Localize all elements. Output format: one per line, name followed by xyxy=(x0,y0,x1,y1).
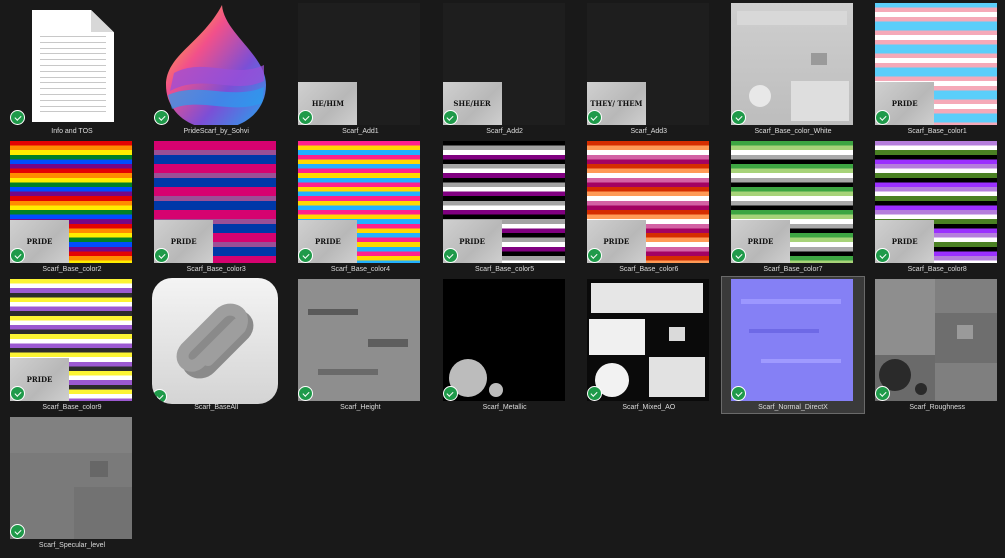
badge-text: HE/HIM xyxy=(311,98,344,108)
badge-text: PRIDE xyxy=(747,236,774,246)
badge-text: PRIDE xyxy=(170,236,197,246)
file-thumbnail xyxy=(152,278,279,404)
file-name: Scarf_Height xyxy=(340,404,381,411)
file-name: Scarf_Add1 xyxy=(342,128,379,135)
file-name: Scarf_Base_color4 xyxy=(330,266,390,273)
check-icon xyxy=(731,248,746,263)
badge-text: PRIDE xyxy=(891,98,918,108)
file-thumbnail: PRIDE xyxy=(442,141,565,263)
document-icon xyxy=(32,10,114,122)
file-thumbnail: SHE/HER xyxy=(442,3,565,125)
file-tile[interactable]: Scarf_Metallic xyxy=(433,276,577,414)
check-icon xyxy=(586,248,602,263)
badge-text: PRIDE xyxy=(26,236,53,246)
check-icon xyxy=(731,386,746,401)
file-tile[interactable]: THEY/ THEM Scarf_Add3 xyxy=(577,0,721,138)
file-tile[interactable]: Scarf_Mixed_AO xyxy=(577,276,721,414)
file-thumbnail: PRIDE xyxy=(298,141,421,263)
file-tile[interactable]: Scarf_Height xyxy=(288,276,432,414)
file-name: Scarf_Add2 xyxy=(486,128,523,135)
file-name: Scarf_Base_color5 xyxy=(475,266,535,273)
file-thumbnail xyxy=(154,3,276,125)
file-thumbnail xyxy=(731,3,853,125)
file-name: Scarf_Base_color2 xyxy=(42,266,102,273)
file-tile[interactable]: PrideScarf_by_Sohvi xyxy=(144,0,288,138)
file-thumbnail xyxy=(10,417,132,539)
file-name: Scarf_Normal_DirectX xyxy=(758,404,828,411)
file-tile[interactable]: PRIDE Scarf_Base_color2 xyxy=(0,138,144,276)
check-icon xyxy=(10,248,25,263)
file-name: Info and TOS xyxy=(51,128,93,135)
file-thumbnail xyxy=(10,3,132,125)
badge-text: SHE/HER xyxy=(453,98,491,108)
file-tile[interactable]: Scarf_BaseAll xyxy=(144,276,288,414)
file-name: Scarf_Roughness xyxy=(909,404,966,411)
file-tile[interactable]: PRIDE Scarf_Base_color3 xyxy=(144,138,288,276)
badge-text: PRIDE xyxy=(603,236,630,246)
file-name: Scarf_Base_color3 xyxy=(186,266,246,273)
file-tile[interactable]: PRIDE Scarf_Base_color7 xyxy=(721,138,865,276)
file-thumbnail: PRIDE xyxy=(10,141,132,263)
badge-text: THEY/ THEM xyxy=(590,98,643,108)
check-icon xyxy=(298,386,314,401)
file-tile[interactable]: PRIDE Scarf_Base_color9 xyxy=(0,276,144,414)
file-thumbnail: PRIDE xyxy=(154,141,277,263)
file-thumbnail: PRIDE xyxy=(875,141,998,263)
file-name: Scarf_Add3 xyxy=(630,128,668,135)
check-icon xyxy=(442,248,458,263)
file-name: Scarf_Base_color7 xyxy=(763,266,823,273)
badge-text: PRIDE xyxy=(891,236,918,246)
file-thumbnail: PRIDE xyxy=(586,141,709,263)
clip-link-icon xyxy=(176,303,254,379)
check-icon xyxy=(10,524,25,539)
file-tile[interactable]: HE/HIM Scarf_Add1 xyxy=(288,0,432,138)
badge-text: PRIDE xyxy=(315,236,341,246)
file-thumbnail: PRIDE xyxy=(10,279,132,401)
file-thumbnail: PRIDE xyxy=(731,141,853,263)
check-icon xyxy=(442,110,458,125)
file-thumbnail xyxy=(298,279,421,401)
file-name: Scarf_Base_color8 xyxy=(907,266,967,273)
file-thumbnail: PRIDE xyxy=(875,3,998,125)
file-tile[interactable]: Scarf_Normal_DirectX xyxy=(721,276,865,414)
check-icon xyxy=(10,386,25,401)
file-name: Scarf_Base_color6 xyxy=(619,266,679,273)
file-tile[interactable]: PRIDE Scarf_Base_color4 xyxy=(288,138,432,276)
check-icon xyxy=(731,110,746,125)
paint-drop-icon xyxy=(166,5,267,125)
badge-text: PRIDE xyxy=(459,236,485,246)
file-name: Scarf_Mixed_AO xyxy=(622,404,676,411)
file-tile[interactable]: Scarf_Base_color_White xyxy=(721,0,865,138)
file-grid: Info and TOS PrideScarf_by_Sohvi HE/HIM Sc… xyxy=(0,0,1005,558)
file-name: PrideScarf_by_Sohvi xyxy=(183,128,249,135)
file-tile[interactable]: Info and TOS xyxy=(0,0,144,138)
badge-text: PRIDE xyxy=(26,374,53,384)
check-icon xyxy=(586,386,602,401)
file-name: Scarf_Base_color_White xyxy=(754,128,832,135)
file-name: Scarf_Base_color9 xyxy=(42,404,102,411)
file-tile[interactable]: PRIDE Scarf_Base_color6 xyxy=(577,138,721,276)
file-tile[interactable]: PRIDE Scarf_Base_color5 xyxy=(433,138,577,276)
file-tile[interactable]: Scarf_Roughness xyxy=(865,276,1005,414)
file-thumbnail xyxy=(875,279,998,401)
file-tile[interactable]: Scarf_Specular_level xyxy=(0,414,144,552)
check-icon xyxy=(442,386,458,401)
file-name: Scarf_Specular_level xyxy=(38,542,106,549)
check-icon xyxy=(586,110,602,125)
file-tile[interactable]: PRIDE Scarf_Base_color8 xyxy=(865,138,1005,276)
check-icon xyxy=(10,110,25,125)
file-thumbnail xyxy=(586,279,709,401)
file-name: Scarf_Metallic xyxy=(482,404,527,411)
file-tile[interactable]: SHE/HER Scarf_Add2 xyxy=(433,0,577,138)
file-name: Scarf_BaseAll xyxy=(194,404,239,411)
file-thumbnail: THEY/ THEM xyxy=(586,3,709,125)
file-thumbnail: HE/HIM xyxy=(298,3,421,125)
file-tile[interactable]: PRIDE Scarf_Base_color1 xyxy=(865,0,1005,138)
file-thumbnail xyxy=(442,279,565,401)
file-name: Scarf_Base_color1 xyxy=(907,128,967,135)
file-thumbnail xyxy=(731,279,853,401)
